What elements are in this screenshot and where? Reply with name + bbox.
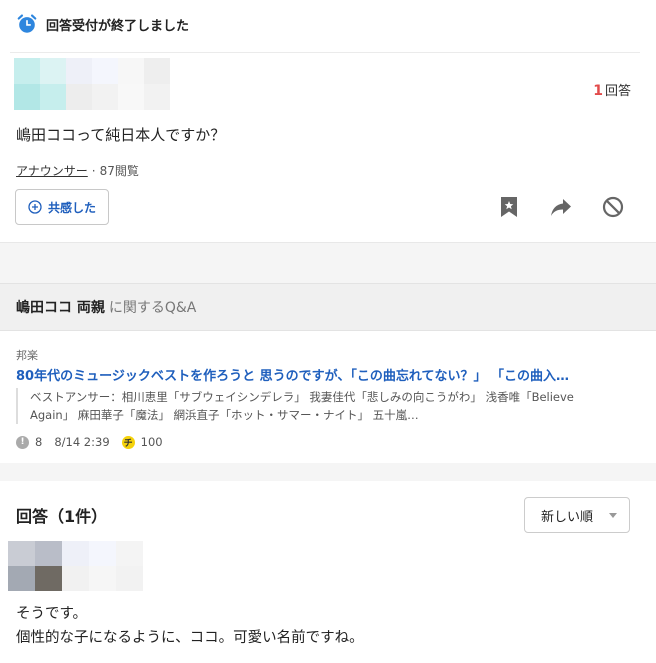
avatar-pixel [144, 84, 170, 110]
question-card: 回答受付が終了しました 1 回答 嶋田ココって純日本人ですか？ アナウンサー · … [0, 0, 656, 243]
closed-notice: 回答受付が終了しました [16, 12, 189, 36]
answerer-avatar[interactable] [8, 541, 170, 591]
related-date: 8/14 2:39 [54, 435, 110, 449]
related-stats: ! 8 8/14 2:39 チ 100 [16, 435, 163, 449]
bookmark-icon[interactable] [497, 195, 521, 219]
answer-count: 1 回答 [593, 80, 631, 99]
avatar-pixel [89, 566, 116, 591]
related-qa-card: 嶋田ココ 両親 に関するQ&A 邦楽 80年代のミュージックベストを作ろうと 思… [0, 283, 656, 463]
avatar-pixel [66, 58, 92, 84]
avatar-pixel [92, 84, 118, 110]
empathy-label: 共感した [47, 200, 96, 215]
related-category: 邦楽 [16, 349, 38, 362]
answer-line-1: そうです。 [16, 606, 88, 622]
chevron-down-icon [609, 513, 617, 518]
avatar-pixel [143, 541, 170, 566]
category-link[interactable]: アナウンサー [16, 162, 88, 179]
avatar-pixel [35, 566, 62, 591]
question-meta: アナウンサー · 87閲覧 [16, 162, 139, 179]
avatar-pixel [116, 566, 143, 591]
plus-circle-icon [28, 200, 42, 214]
answer-count-icon: ! [16, 435, 29, 449]
answer-body: そうです。 個性的な子になるように、ココ。可愛い名前ですね。 [16, 602, 364, 650]
avatar-pixel [116, 541, 143, 566]
avatar-pixel [118, 84, 144, 110]
related-suffix: に関するQ&A [108, 300, 197, 316]
avatar-pixel [40, 58, 66, 84]
related-keyword: 嶋田ココ 両親 [16, 300, 105, 316]
avatar-pixel [8, 566, 35, 591]
avatar-pixel [66, 84, 92, 110]
share-icon[interactable] [549, 195, 573, 219]
avatar-pixel [8, 541, 35, 566]
answer-line-2: 個性的な子になるように、ココ。可愛い名前ですね。 [16, 630, 364, 646]
related-header: 嶋田ココ 両親 に関するQ&A [0, 283, 656, 331]
avatar-pixel [40, 84, 66, 110]
meta-separator: · [91, 163, 96, 178]
answer-count-unit: 回答 [604, 84, 631, 99]
avatar-pixel [143, 566, 170, 591]
avatar-pixel [14, 58, 40, 84]
closed-notice-text: 回答受付が終了しました [46, 18, 190, 34]
avatar-pixel [62, 566, 89, 591]
answers-title: 回答（1件） [16, 507, 108, 526]
avatar-pixel [144, 58, 170, 84]
related-answer-count: 8 [35, 435, 43, 449]
avatar-pixel [170, 58, 196, 84]
alarm-clock-icon [17, 14, 37, 33]
empathy-button[interactable]: 共感した [15, 189, 109, 225]
related-question-link[interactable]: 80年代のミュージックベストを作ろうと 思うのですが、「この曲忘れてない？」 「… [16, 365, 636, 384]
sort-select[interactable]: 新しい順 [524, 497, 630, 533]
related-best-answer-snippet: ベストアンサー：相川恵里「サブウェイシンデレラ」 我妻佳代「悲しみの向こうがわ」… [16, 388, 616, 424]
avatar-pixel [14, 84, 40, 110]
sort-label: 新しい順 [541, 509, 594, 525]
avatar-pixel [118, 58, 144, 84]
avatar-pixel [35, 541, 62, 566]
asker-avatar[interactable] [14, 58, 196, 110]
avatar-pixel [92, 58, 118, 84]
divider [10, 52, 640, 53]
avatar-pixel [89, 541, 116, 566]
avatar-pixel [62, 541, 89, 566]
avatar-pixel [170, 84, 196, 110]
related-coins: 100 [140, 435, 163, 449]
coin-icon: チ [121, 435, 135, 449]
block-icon[interactable] [601, 195, 625, 219]
question-text: 嶋田ココって純日本人ですか？ [16, 126, 226, 144]
answer-count-number: 1 [593, 83, 603, 99]
view-count: 87閲覧 [99, 164, 139, 178]
